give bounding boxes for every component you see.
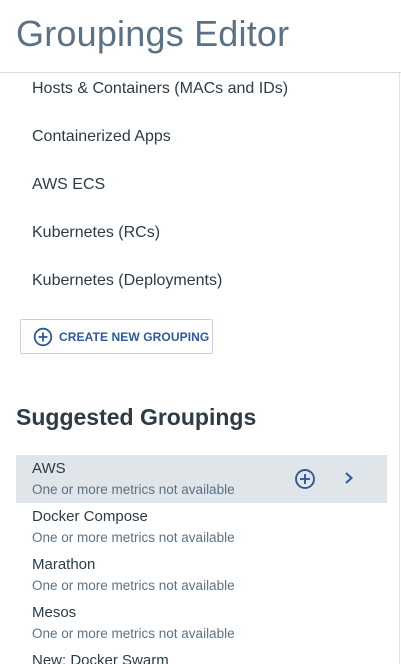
groupings-scroll-area[interactable]: Hosts & Containers (MACs and IDs) Contai… xyxy=(0,73,400,664)
suggested-item-docker-swarm[interactable]: New: Docker Swarm xyxy=(16,647,387,664)
create-new-grouping-button[interactable]: CREATE NEW GROUPING xyxy=(20,319,213,354)
plus-circle-icon xyxy=(33,327,53,346)
suggested-item-name: Mesos xyxy=(32,604,77,621)
suggested-item-note: One or more metrics not available xyxy=(32,578,235,593)
grouping-item-containerized-apps[interactable]: Containerized Apps xyxy=(32,128,171,146)
grouping-item-kubernetes-rcs[interactable]: Kubernetes (RCs) xyxy=(32,224,160,242)
grouping-item-kubernetes-deployments[interactable]: Kubernetes (Deployments) xyxy=(32,272,222,290)
page-title: Groupings Editor xyxy=(16,13,290,54)
add-grouping-icon[interactable] xyxy=(294,468,316,490)
suggested-item-docker-compose[interactable]: Docker Compose One or more metrics not a… xyxy=(16,503,387,551)
suggested-item-note: One or more metrics not available xyxy=(32,482,235,497)
suggested-item-name: Docker Compose xyxy=(32,508,148,525)
header: Groupings Editor xyxy=(0,0,401,72)
suggested-item-name: AWS xyxy=(32,460,66,477)
suggested-item-mesos[interactable]: Mesos One or more metrics not available xyxy=(16,599,387,647)
groupings-editor-panel: Groupings Editor Hosts & Containers (MAC… xyxy=(0,0,401,664)
suggested-item-name: Marathon xyxy=(32,556,96,573)
suggested-item-note: One or more metrics not available xyxy=(32,530,235,545)
suggested-item-note: One or more metrics not available xyxy=(32,626,235,641)
grouping-item-hosts-containers[interactable]: Hosts & Containers (MACs and IDs) xyxy=(32,80,288,98)
suggested-item-marathon[interactable]: Marathon One or more metrics not availab… xyxy=(16,551,387,599)
suggested-groupings-heading: Suggested Groupings xyxy=(16,404,257,430)
suggested-item-name: New: Docker Swarm xyxy=(32,652,169,664)
chevron-right-icon[interactable] xyxy=(341,469,357,487)
suggested-item-aws[interactable]: AWS One or more metrics not available xyxy=(16,455,387,503)
grouping-item-aws-ecs[interactable]: AWS ECS xyxy=(32,176,105,194)
create-new-grouping-label: CREATE NEW GROUPING xyxy=(59,329,210,344)
